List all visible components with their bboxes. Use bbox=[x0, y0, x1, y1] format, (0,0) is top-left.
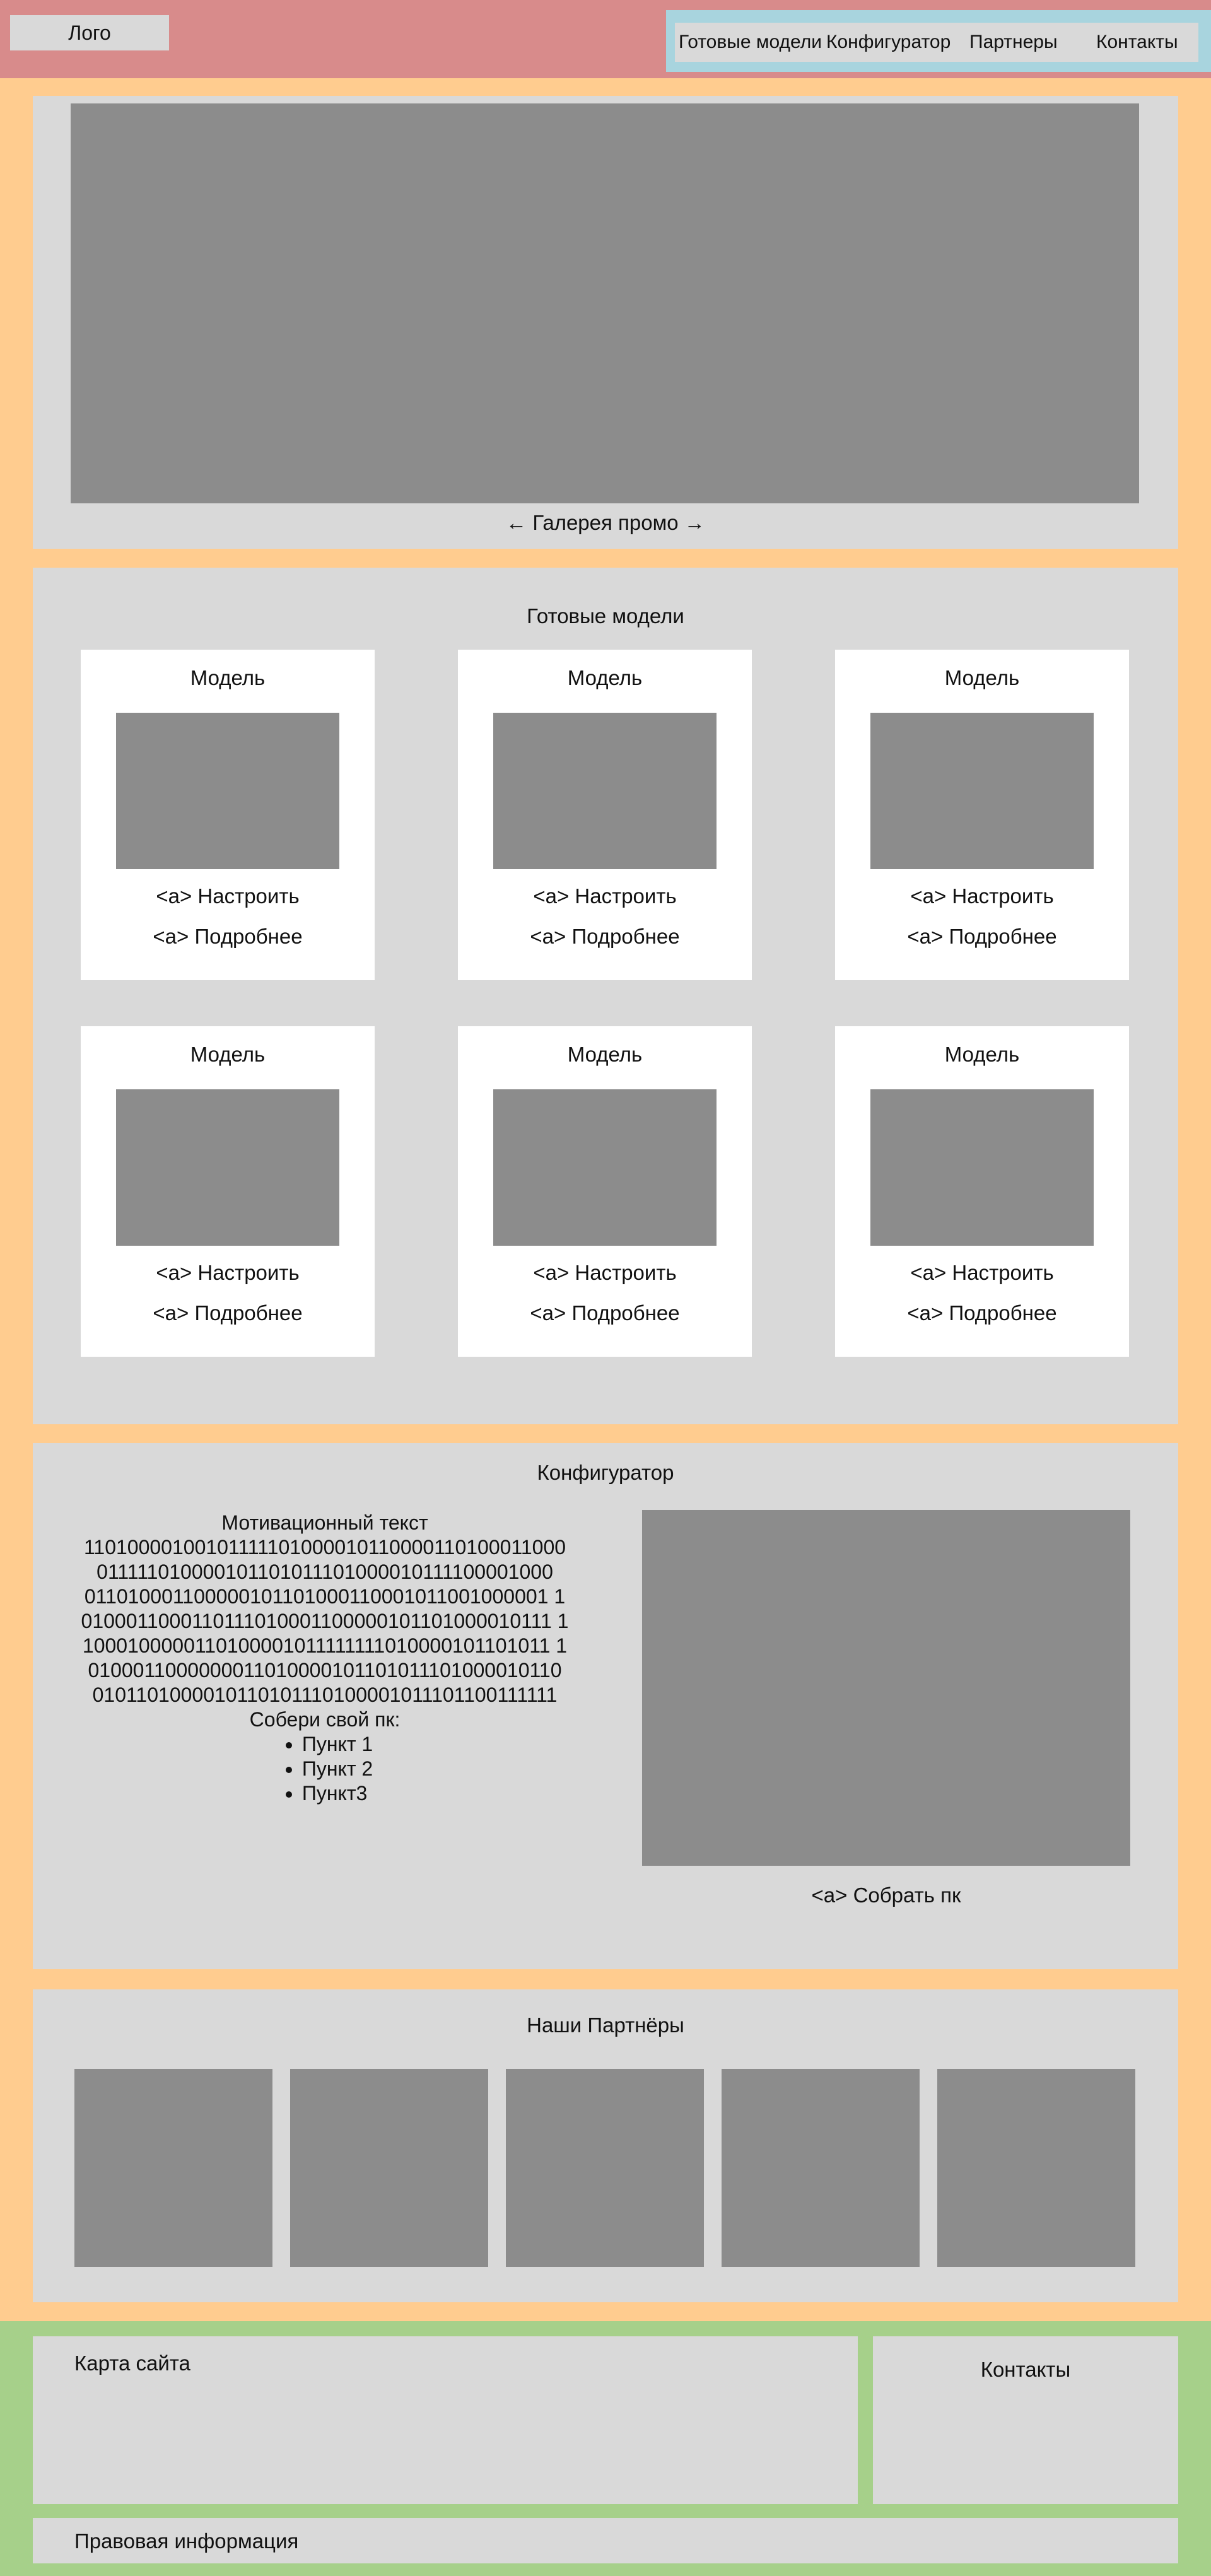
partner-logo[interactable] bbox=[290, 2069, 488, 2267]
footer-contacts-title[interactable]: Контакты bbox=[873, 2358, 1178, 2382]
promo-image[interactable] bbox=[71, 103, 1139, 503]
nav-item-contacts[interactable]: Контакты bbox=[1096, 23, 1178, 62]
binary-text-line: 0101101000010110101110100001011101100111… bbox=[92, 1683, 558, 1706]
feature-list-item: Пункт 1 bbox=[302, 1732, 373, 1757]
details-link[interactable]: <a> Подробнее bbox=[458, 925, 752, 949]
build-pc-label: Собери свой пк: bbox=[249, 1708, 401, 1731]
partner-logo[interactable] bbox=[74, 2069, 272, 2267]
model-card-title: Модель bbox=[567, 666, 643, 689]
model-card-image bbox=[493, 713, 717, 869]
partner-logo[interactable] bbox=[506, 2069, 704, 2267]
model-card-title: Модель bbox=[190, 666, 266, 689]
configure-link[interactable]: <a> Настроить bbox=[81, 1261, 375, 1285]
configurator-section-title: Конфигуратор bbox=[537, 1461, 674, 1484]
build-pc-link[interactable]: <a> Собрать пк bbox=[642, 1883, 1130, 1907]
feature-list-item: Пункт 2 bbox=[302, 1757, 373, 1781]
details-link[interactable]: <a> Подробнее bbox=[81, 1301, 375, 1325]
model-card-image bbox=[870, 1089, 1094, 1246]
details-link[interactable]: <a> Подробнее bbox=[81, 925, 375, 949]
nav-item-configurator[interactable]: Конфигуратор bbox=[826, 23, 951, 62]
details-link[interactable]: <a> Подробнее bbox=[835, 925, 1129, 949]
partners-section-title: Наши Партнёры bbox=[527, 2013, 684, 2037]
model-card-title: Модель bbox=[190, 1043, 266, 1066]
partner-logo[interactable] bbox=[722, 2069, 920, 2267]
model-card-image bbox=[493, 1089, 717, 1246]
model-card-title: Модель bbox=[944, 666, 1020, 689]
model-card-image bbox=[870, 713, 1094, 869]
motivation-heading: Мотивационный текст bbox=[221, 1511, 428, 1534]
details-link[interactable]: <a> Подробнее bbox=[458, 1301, 752, 1325]
motivation-text-block: Мотивационный текст 11010000100101111101… bbox=[69, 1511, 580, 1806]
configurator-image bbox=[642, 1510, 1130, 1866]
feature-list: Пункт 1 Пункт 2 Пункт3 bbox=[277, 1732, 373, 1806]
model-card-image bbox=[116, 713, 339, 869]
model-card: Модель <a> Настроить <a> Подробнее bbox=[835, 650, 1129, 980]
details-link[interactable]: <a> Подробнее bbox=[835, 1301, 1129, 1325]
model-card-title: Модель bbox=[944, 1043, 1020, 1066]
binary-text-line: 0111110100001011010111010000101111000010… bbox=[97, 1560, 553, 1583]
nav-item-ready-models[interactable]: Готовые модели bbox=[679, 23, 822, 62]
binary-text-line: 1101000010010111110100001011000011010001… bbox=[83, 1536, 566, 1559]
configure-link[interactable]: <a> Настроить bbox=[81, 884, 375, 908]
partner-logo[interactable] bbox=[937, 2069, 1135, 2267]
binary-text-line: 0110100011000001011010001100010110010000… bbox=[84, 1585, 566, 1608]
promo-gallery-nav[interactable]: ← Галерея промо → bbox=[33, 511, 1178, 535]
configure-link[interactable]: <a> Настроить bbox=[835, 884, 1129, 908]
binary-text-line: 0100011000000011010000101101011101000010… bbox=[88, 1659, 562, 1682]
nav-item-partners[interactable]: Партнеры bbox=[969, 23, 1058, 62]
logo[interactable]: Лого bbox=[10, 15, 169, 50]
model-card: Модель <a> Настроить <a> Подробнее bbox=[81, 650, 375, 980]
model-card: Модель <a> Настроить <a> Подробнее bbox=[835, 1026, 1129, 1357]
configure-link[interactable]: <a> Настроить bbox=[835, 1261, 1129, 1285]
model-card: Модель <a> Настроить <a> Подробнее bbox=[458, 650, 752, 980]
model-card-image bbox=[116, 1089, 339, 1246]
sitemap-title[interactable]: Карта сайта bbox=[74, 2351, 190, 2375]
configure-link[interactable]: <a> Настроить bbox=[458, 884, 752, 908]
binary-text-line: 1000100000110100001011111111010000101101… bbox=[82, 1634, 568, 1657]
binary-text-line: 0100011000110111010001100000101101000010… bbox=[81, 1610, 569, 1632]
configure-link[interactable]: <a> Настроить bbox=[458, 1261, 752, 1285]
model-card-title: Модель bbox=[567, 1043, 643, 1066]
model-card: Модель <a> Настроить <a> Подробнее bbox=[81, 1026, 375, 1357]
model-card: Модель <a> Настроить <a> Подробнее bbox=[458, 1026, 752, 1357]
feature-list-item: Пункт3 bbox=[302, 1781, 373, 1806]
legal-info-link[interactable]: Правовая информация bbox=[74, 2529, 298, 2553]
models-section-title: Готовые модели bbox=[527, 604, 684, 628]
